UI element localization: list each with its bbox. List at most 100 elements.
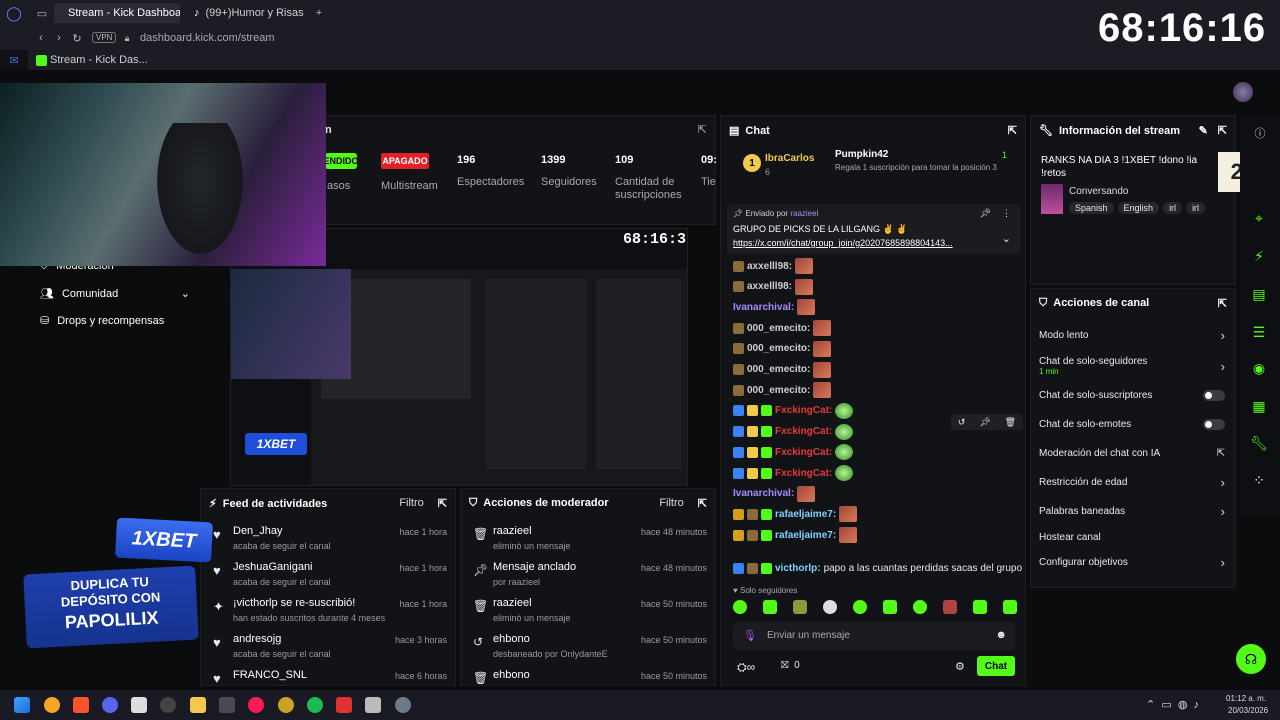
- layout-icon[interactable]: ▦: [1244, 391, 1274, 421]
- notepad-icon[interactable]: [365, 697, 381, 713]
- tag[interactable]: irl: [1186, 202, 1206, 214]
- nav-comunidad[interactable]: 👥︎ Comunidad ⌄: [40, 287, 190, 300]
- emote-icon[interactable]: [763, 600, 777, 614]
- live-status-badge[interactable]: ENDIDO: [324, 153, 359, 169]
- pinned-message[interactable]: 📌︎ Enviado por raazieel 📌︎ ⋮ GRUPO DE PI…: [727, 204, 1021, 254]
- chat-username[interactable]: Ivanarchival:: [733, 302, 794, 313]
- popout-icon[interactable]: ⇱: [1218, 124, 1227, 137]
- forward-icon[interactable]: ›: [52, 30, 66, 46]
- emote-icon[interactable]: [943, 600, 957, 614]
- tab-youtube[interactable]: ♪ (99+)Humor y Risas con C: [186, 3, 306, 23]
- discord-icon[interactable]: [102, 697, 118, 713]
- emote-icon[interactable]: [823, 600, 837, 614]
- vpn-badge[interactable]: VPN: [92, 32, 117, 43]
- bookmark-stream[interactable]: Stream - Kick Das...: [50, 54, 148, 66]
- trash-icon[interactable]: 🗑︎: [1005, 417, 1016, 428]
- obs-icon[interactable]: [160, 697, 176, 713]
- action-slow-mode[interactable]: Modo lento ›: [1031, 323, 1235, 347]
- action-goals[interactable]: Configurar objetivos ›: [1031, 550, 1235, 574]
- clipboard-icon[interactable]: ▤: [1244, 279, 1274, 309]
- broadcast-icon[interactable]: ◉: [1244, 353, 1274, 383]
- action-ai-moderation[interactable]: Moderación del chat con IA ⇱: [1031, 441, 1235, 465]
- action-age-restriction[interactable]: Restricción de edad ›: [1031, 470, 1235, 494]
- top-gifter-1[interactable]: 1 IbraCarlos 6: [743, 152, 823, 182]
- back-icon[interactable]: ‹: [34, 30, 48, 46]
- more-icon[interactable]: ⋮: [1002, 208, 1011, 219]
- chat-username[interactable]: rafaeljaime7:: [775, 530, 836, 541]
- support-icon[interactable]: ☊: [1236, 644, 1266, 674]
- emote-icon[interactable]: [913, 600, 927, 614]
- emote-icon[interactable]: [793, 600, 807, 614]
- spotify-icon[interactable]: [307, 697, 323, 713]
- popout-icon[interactable]: ⇱: [1008, 124, 1017, 137]
- folder-icon[interactable]: [190, 697, 206, 713]
- mod-filter[interactable]: Filtro: [659, 497, 683, 510]
- emote-icon[interactable]: [1003, 600, 1017, 614]
- multistream-badge[interactable]: APAGADO: [381, 153, 429, 169]
- chat-username[interactable]: FxckingCat:: [775, 468, 832, 479]
- chat-username[interactable]: FxckingCat:: [775, 447, 832, 458]
- emote-icon[interactable]: [733, 600, 747, 614]
- popout-icon[interactable]: ⇱: [695, 122, 709, 136]
- app-icon[interactable]: [336, 697, 352, 713]
- action-subs-only[interactable]: Chat de solo-suscriptores: [1031, 383, 1235, 407]
- pinned-link[interactable]: https://x.com/i/chat/group_join/g2020768…: [733, 238, 995, 248]
- chat-username[interactable]: axxelll98:: [747, 281, 792, 292]
- gamepad-icon[interactable]: [219, 697, 235, 713]
- mic-icon[interactable]: 🎙︎: [743, 629, 757, 642]
- action-banned-words[interactable]: Palabras baneadas ›: [1031, 499, 1235, 523]
- avatar[interactable]: [1233, 82, 1253, 102]
- settings-icon[interactable]: [395, 697, 411, 713]
- popout-icon[interactable]: ⇱: [1218, 297, 1227, 310]
- chat-username[interactable]: axxelll98:: [747, 261, 792, 272]
- store-icon[interactable]: [131, 697, 147, 713]
- send-chat-button[interactable]: Chat: [977, 656, 1015, 676]
- chat-username[interactable]: rafaeljaime7:: [775, 509, 836, 520]
- chat-settings-icon[interactable]: ⚙: [955, 660, 965, 673]
- emote-icon[interactable]: [883, 600, 897, 614]
- gift-counter[interactable]: ⛝ 0: [781, 660, 800, 671]
- app-icon[interactable]: [44, 697, 60, 713]
- app-icon[interactable]: [278, 697, 294, 713]
- emoji-icon[interactable]: ☻: [995, 629, 1007, 641]
- camera-icon[interactable]: ⌖: [1244, 203, 1274, 233]
- browser-menu-icon[interactable]: ◯: [6, 5, 22, 21]
- emote-icon[interactable]: [853, 600, 867, 614]
- info-icon[interactable]: ⓘ: [1252, 125, 1268, 141]
- tab-overview-icon[interactable]: ▭: [34, 5, 50, 21]
- action-host-channel[interactable]: Hostear canal: [1031, 525, 1235, 549]
- wrench-icon[interactable]: 🔧︎: [1244, 428, 1274, 458]
- tag[interactable]: irl: [1163, 202, 1183, 214]
- tag[interactable]: Spanish: [1069, 202, 1114, 214]
- action-emotes-only[interactable]: Chat de solo-emotes: [1031, 412, 1235, 436]
- reload-icon[interactable]: ↻: [70, 30, 84, 46]
- infinity-icon[interactable]: ⛭∞: [737, 660, 755, 675]
- action-followers-only[interactable]: Chat de solo-seguidores 1 min ›: [1031, 351, 1235, 381]
- emotes-only-toggle[interactable]: [1203, 418, 1225, 430]
- bolt-icon[interactable]: ⚡︎: [1244, 241, 1274, 271]
- tag[interactable]: English: [1117, 202, 1160, 214]
- chat-username[interactable]: Ivanarchival:: [733, 488, 794, 499]
- pin-icon[interactable]: 📌︎: [979, 417, 990, 428]
- undo-icon[interactable]: ↺: [958, 417, 966, 428]
- emote-icon[interactable]: [973, 600, 987, 614]
- top-gifter-2[interactable]: Pumpkin42 Regala 1 suscripción para toma…: [821, 148, 1017, 184]
- popout-icon[interactable]: ⇱: [438, 497, 447, 510]
- chat-username[interactable]: 000_emecito:: [747, 323, 810, 334]
- opera-gx-icon[interactable]: [248, 697, 264, 713]
- nodes-icon[interactable]: ⁘: [1244, 465, 1274, 495]
- brave-icon[interactable]: [73, 697, 89, 713]
- new-tab-icon[interactable]: +: [312, 5, 326, 21]
- chat-username[interactable]: FxckingCat:: [775, 426, 832, 437]
- popout-icon[interactable]: ⇱: [698, 497, 707, 510]
- chat-username[interactable]: FxckingCat:: [775, 405, 832, 416]
- chat-bubble-icon[interactable]: ☰: [1244, 317, 1274, 347]
- chat-input[interactable]: 🎙︎ Enviar un mensaje ☻: [733, 622, 1015, 650]
- activity-filter[interactable]: Filtro: [399, 497, 423, 510]
- pin-action-icon[interactable]: 📌︎: [980, 208, 991, 219]
- chat-username[interactable]: 000_emecito:: [747, 343, 810, 354]
- chevron-down-icon[interactable]: ⌄: [1002, 232, 1011, 245]
- chat-username[interactable]: 000_emecito:: [747, 385, 810, 396]
- tray-icons[interactable]: ⌃ ▭ ◍ ♪: [1146, 698, 1199, 711]
- windows-start-icon[interactable]: [14, 697, 30, 713]
